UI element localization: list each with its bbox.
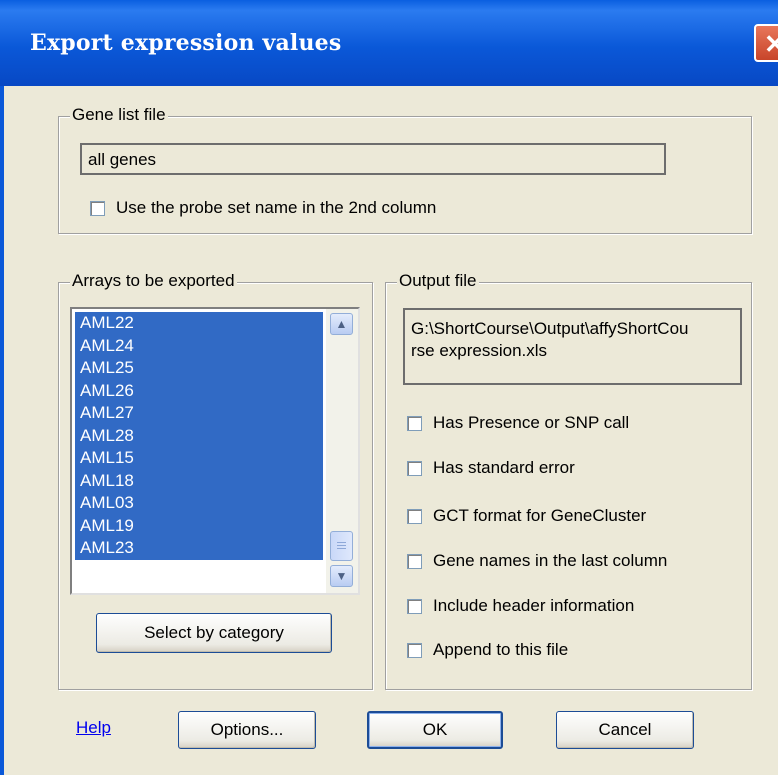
list-item[interactable]: AML24	[75, 334, 323, 357]
list-item[interactable]: AML28	[75, 424, 323, 447]
list-item[interactable]: AML26	[75, 379, 323, 402]
list-item[interactable]: AML27	[75, 402, 323, 425]
standard-error-checkbox[interactable]	[407, 460, 422, 476]
output-path-line-2: rse expression.xls	[411, 341, 548, 360]
presence-call-checkbox-row[interactable]: Has Presence or SNP call	[407, 412, 629, 434]
output-path-line-1: G:\ShortCourse\Output\affyShortCou	[411, 319, 689, 338]
thumb-grip	[337, 542, 346, 543]
thumb-grip	[337, 545, 346, 546]
gene-list-group: Gene list file all genes Use the probe s…	[58, 105, 752, 234]
gene-names-last-column-checkbox-row[interactable]: Gene names in the last column	[407, 550, 667, 572]
standard-error-label: Has standard error	[433, 458, 575, 477]
append-file-checkbox-row[interactable]: Append to this file	[407, 639, 568, 661]
output-legend: Output file	[397, 271, 479, 291]
arrays-list: AML22 AML24 AML25 AML26 AML27 AML28 AML1…	[75, 312, 323, 560]
gene-list-legend: Gene list file	[70, 105, 168, 125]
gene-names-last-column-checkbox[interactable]	[407, 553, 422, 569]
list-item[interactable]: AML22	[75, 312, 323, 335]
options-button[interactable]: Options...	[178, 711, 316, 749]
window-title: Export expression values	[30, 30, 342, 56]
list-item[interactable]: AML18	[75, 469, 323, 492]
gct-format-checkbox[interactable]	[407, 508, 422, 524]
probe-set-checkbox[interactable]	[90, 200, 105, 216]
output-group: Output file G:\ShortCourse\Output\affySh…	[385, 271, 752, 690]
list-item[interactable]: AML25	[75, 357, 323, 380]
list-item[interactable]: AML23	[75, 537, 323, 560]
gene-names-last-column-label: Gene names in the last column	[433, 551, 668, 570]
gct-format-checkbox-row[interactable]: GCT format for GeneCluster	[407, 505, 646, 527]
ok-button[interactable]: OK	[367, 711, 503, 749]
list-item[interactable]: AML03	[75, 492, 323, 515]
output-path-field[interactable]: G:\ShortCourse\Output\affyShortCou rse e…	[403, 308, 742, 385]
list-item[interactable]: AML15	[75, 447, 323, 470]
help-link[interactable]: Help	[76, 718, 111, 738]
scroll-thumb[interactable]	[330, 531, 353, 561]
arrays-listbox[interactable]: AML22 AML24 AML25 AML26 AML27 AML28 AML1…	[70, 307, 360, 595]
thumb-grip	[337, 548, 346, 549]
arrays-legend: Arrays to be exported	[70, 271, 237, 291]
gene-list-field[interactable]: all genes	[80, 143, 666, 175]
cancel-button[interactable]: Cancel	[556, 711, 694, 749]
header-info-checkbox-row[interactable]: Include header information	[407, 595, 634, 617]
presence-call-label: Has Presence or SNP call	[433, 413, 630, 432]
append-file-checkbox[interactable]	[407, 642, 422, 658]
close-icon[interactable]: ✕	[754, 24, 778, 62]
scroll-up-icon[interactable]: ▲	[330, 313, 353, 335]
append-file-label: Append to this file	[433, 640, 569, 659]
gct-format-label: GCT format for GeneCluster	[433, 506, 647, 525]
probe-set-checkbox-row[interactable]: Use the probe set name in the 2nd column	[90, 197, 436, 219]
list-item[interactable]: AML19	[75, 514, 323, 537]
probe-set-checkbox-label: Use the probe set name in the 2nd column	[116, 198, 437, 217]
select-by-category-button[interactable]: Select by category	[96, 613, 332, 653]
scroll-down-icon[interactable]: ▼	[330, 565, 353, 587]
presence-call-checkbox[interactable]	[407, 415, 422, 431]
list-scrollbar[interactable]: ▲ ▼	[326, 309, 358, 593]
window-frame-left	[0, 86, 4, 775]
header-info-checkbox[interactable]	[407, 598, 422, 614]
header-info-label: Include header information	[433, 596, 635, 615]
title-bar: Export expression values ✕	[0, 0, 778, 86]
standard-error-checkbox-row[interactable]: Has standard error	[407, 457, 575, 479]
